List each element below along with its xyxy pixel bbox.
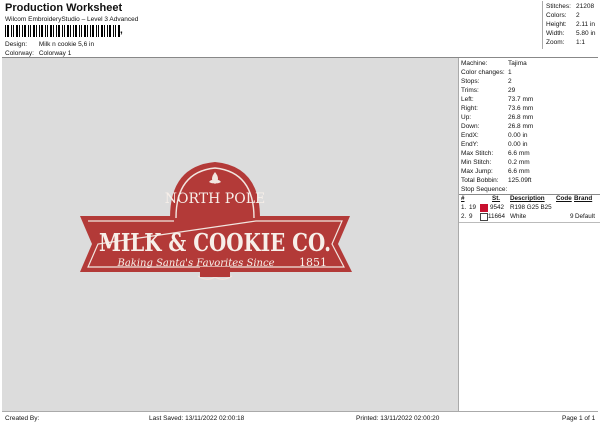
design-label: Design:: [5, 41, 28, 48]
machine-info-value: 0.00 in: [508, 132, 528, 139]
machine-info-value: 6.6 mm: [508, 168, 530, 175]
stats-box: Stitches: 21208 Colors: 2 Height: 2.11 in W…: [542, 1, 600, 49]
software-subtitle: Wilcom EmbroideryStudio – Level 3 Advanc…: [5, 16, 139, 23]
north-pole-text: NORTH POLE: [165, 191, 265, 207]
barcode-suffix: ,: [120, 25, 123, 36]
design-value: Milk n cookie 5,6 in: [38, 41, 95, 48]
stop-row-2-code: 9: [570, 213, 574, 220]
machine-info-value: 0.00 in: [508, 141, 528, 148]
embroidery-design: NORTH POLE MILK & COOKIE CO. Baking Sant…: [80, 162, 352, 280]
barcode: [5, 25, 120, 37]
stat-zoom: Zoom: 1:1: [546, 39, 586, 46]
stat-stitches: Stitches: 21208: [546, 3, 595, 10]
printed-date: Printed: 13/11/2022 02:00:20: [356, 415, 440, 422]
color-swatch-1: [480, 204, 488, 212]
machine-info-value: 1: [508, 69, 512, 76]
machine-info-row: Total Bobbin: 125.09ft: [461, 177, 532, 184]
machine-info-row: EndY: 0.00 in: [461, 141, 528, 148]
machine-info-value: 26.8 mm: [508, 114, 534, 121]
colorway-label: Colorway:: [5, 50, 34, 57]
color-swatch-2: [480, 213, 488, 221]
stat-width: Width: 5.80 in: [546, 30, 596, 37]
stop-row-1-description: R198 G25 B25: [510, 204, 552, 211]
machine-info-label: Max Stitch:: [461, 150, 494, 157]
stop-row-2-brand: Default: [575, 213, 595, 220]
machine-info-row: Max Jump: 6.6 mm: [461, 168, 530, 175]
worksheet-title: Production Worksheet: [5, 2, 123, 14]
machine-info-value: 125.09ft: [508, 177, 532, 184]
machine-info-label: Down:: [461, 123, 480, 130]
machine-info-label: Min Stitch:: [461, 159, 492, 166]
stop-row-2-stop: 9: [469, 213, 473, 220]
machine-info-row: Right: 73.6 mm: [461, 105, 533, 112]
footer: Created By: Last Saved: 13/11/2022 02:00…: [2, 411, 598, 424]
page-number: Page 1 of 1: [562, 415, 596, 422]
machine-info-value: 73.7 mm: [508, 96, 534, 103]
baking-script-text: Baking Santa's Favorites Since: [116, 258, 274, 269]
machine-info-label: EndX:: [461, 132, 479, 139]
stat-height: Height: 2.11 in: [546, 21, 596, 28]
machine-info-row: Machine: Tajima: [461, 60, 527, 67]
year-text: 1851: [299, 256, 327, 269]
machine-info-value: 73.6 mm: [508, 105, 534, 112]
stop-row-2-number: 2.: [461, 213, 467, 220]
stop-row-1-st: 9542: [490, 204, 505, 211]
machine-info-value: 6.6 mm: [508, 150, 530, 157]
stat-colors: Colors: 2: [546, 12, 580, 19]
stop-table-divider: [459, 222, 600, 223]
machine-info-label: Total Bobbin:: [461, 177, 499, 184]
design-row: Design: Milk n cookie 5,6 in: [5, 41, 94, 48]
machine-info-row: Color changes: 1: [461, 69, 512, 76]
machine-info-row: Max Stitch: 6.6 mm: [461, 150, 530, 157]
machine-info-label: EndY:: [461, 141, 479, 148]
machine-info-row: Down: 26.8 mm: [461, 123, 533, 130]
col-header-number: #: [461, 195, 465, 202]
machine-info-row: Up: 26.8 mm: [461, 114, 533, 121]
machine-info-panel: Machine: Tajima Color changes: 1 Stops: 2 Trim…: [458, 58, 600, 411]
stop-row-2-description: White: [510, 213, 527, 220]
machine-info-row: Left: 73.7 mm: [461, 96, 533, 103]
machine-info-row: EndX: 0.00 in: [461, 132, 528, 139]
col-header-description: Description: [510, 195, 545, 202]
col-header-brand: Brand: [574, 195, 593, 202]
machine-info-value: 0.2 mm: [508, 159, 530, 166]
arch-shape: [170, 162, 260, 218]
machine-info-value: 29: [508, 87, 516, 94]
machine-info-row: Stops: 2: [461, 78, 512, 85]
machine-info-label: Stops:: [461, 78, 480, 85]
machine-info-label: Color changes:: [461, 69, 505, 76]
colorway-row: Colorway: Colorway 1: [5, 50, 71, 57]
machine-info-value: 2: [508, 78, 512, 85]
machine-info-label: Trims:: [461, 87, 479, 94]
stop-row-1-number: 1.: [461, 204, 467, 211]
stop-sequence-title: Stop Sequence:: [461, 186, 508, 193]
milk-cookie-text: MILK & COOKIE CO.: [99, 228, 331, 257]
machine-info-value: Tajima: [508, 60, 527, 67]
machine-info-label: Max Jump:: [461, 168, 493, 175]
last-saved: Last Saved: 13/11/2022 02:00:18: [149, 415, 245, 422]
machine-info-label: Up:: [461, 114, 472, 121]
machine-info-label: Right:: [461, 105, 478, 112]
col-header-st: St.: [492, 195, 501, 202]
machine-info-row: Trims: 29: [461, 87, 515, 94]
machine-info-label: Machine:: [461, 60, 488, 67]
stop-row-1-stop: 19: [469, 204, 477, 211]
machine-info-value: 26.8 mm: [508, 123, 534, 130]
stop-row-2-st: 11664: [488, 213, 506, 220]
machine-info-label: Left:: [461, 96, 474, 103]
col-header-code: Code: [556, 195, 572, 202]
design-preview: NORTH POLE MILK & COOKIE CO. Baking Sant…: [2, 58, 458, 411]
created-by: Created By:: [5, 415, 40, 422]
colorway-value: Colorway 1: [38, 50, 72, 57]
machine-info-row: Min Stitch: 0.2 mm: [461, 159, 530, 166]
